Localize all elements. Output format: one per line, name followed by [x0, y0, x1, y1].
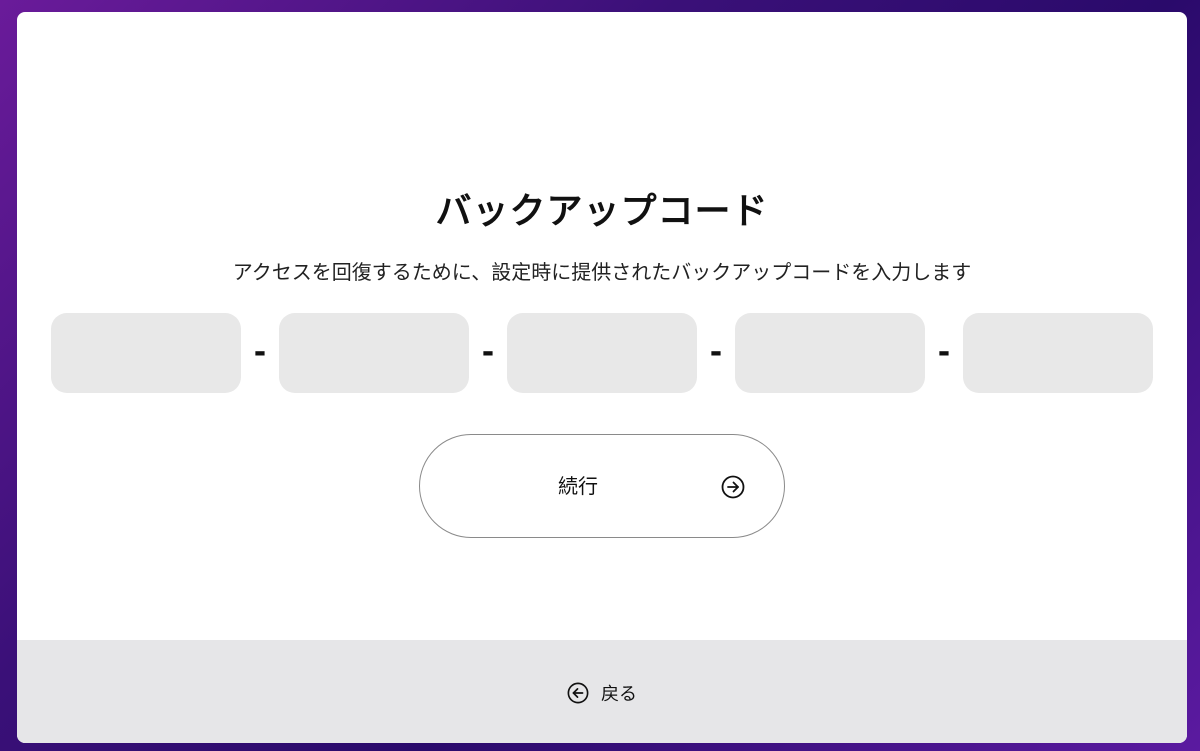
code-input-3[interactable] — [507, 313, 697, 393]
code-separator: - — [937, 335, 951, 370]
continue-button-label: 続行 — [558, 474, 598, 498]
backup-code-row: - - - - — [51, 313, 1155, 393]
code-input-4[interactable] — [735, 313, 925, 393]
code-input-1[interactable] — [51, 313, 241, 393]
main-panel: バックアップコード アクセスを回復するために、設定時に提供されたバックアップコー… — [17, 12, 1187, 640]
page-subtitle: アクセスを回復するために、設定時に提供されたバックアップコードを入力します — [232, 260, 972, 284]
code-separator: - — [709, 335, 723, 370]
back-button[interactable]: 戻る — [567, 680, 637, 706]
code-input-5[interactable] — [963, 313, 1153, 393]
back-button-label: 戻る — [601, 684, 637, 705]
code-separator: - — [481, 335, 495, 370]
arrow-left-circle-icon — [567, 682, 589, 704]
page-title: バックアップコード — [435, 191, 769, 232]
arrow-right-circle-icon — [721, 475, 745, 499]
backup-code-window: バックアップコード アクセスを回復するために、設定時に提供されたバックアップコー… — [17, 12, 1187, 743]
code-separator: - — [253, 335, 267, 370]
continue-button[interactable]: 続行 — [419, 434, 785, 538]
code-input-2[interactable] — [279, 313, 469, 393]
footer-bar: 戻る — [17, 640, 1187, 743]
